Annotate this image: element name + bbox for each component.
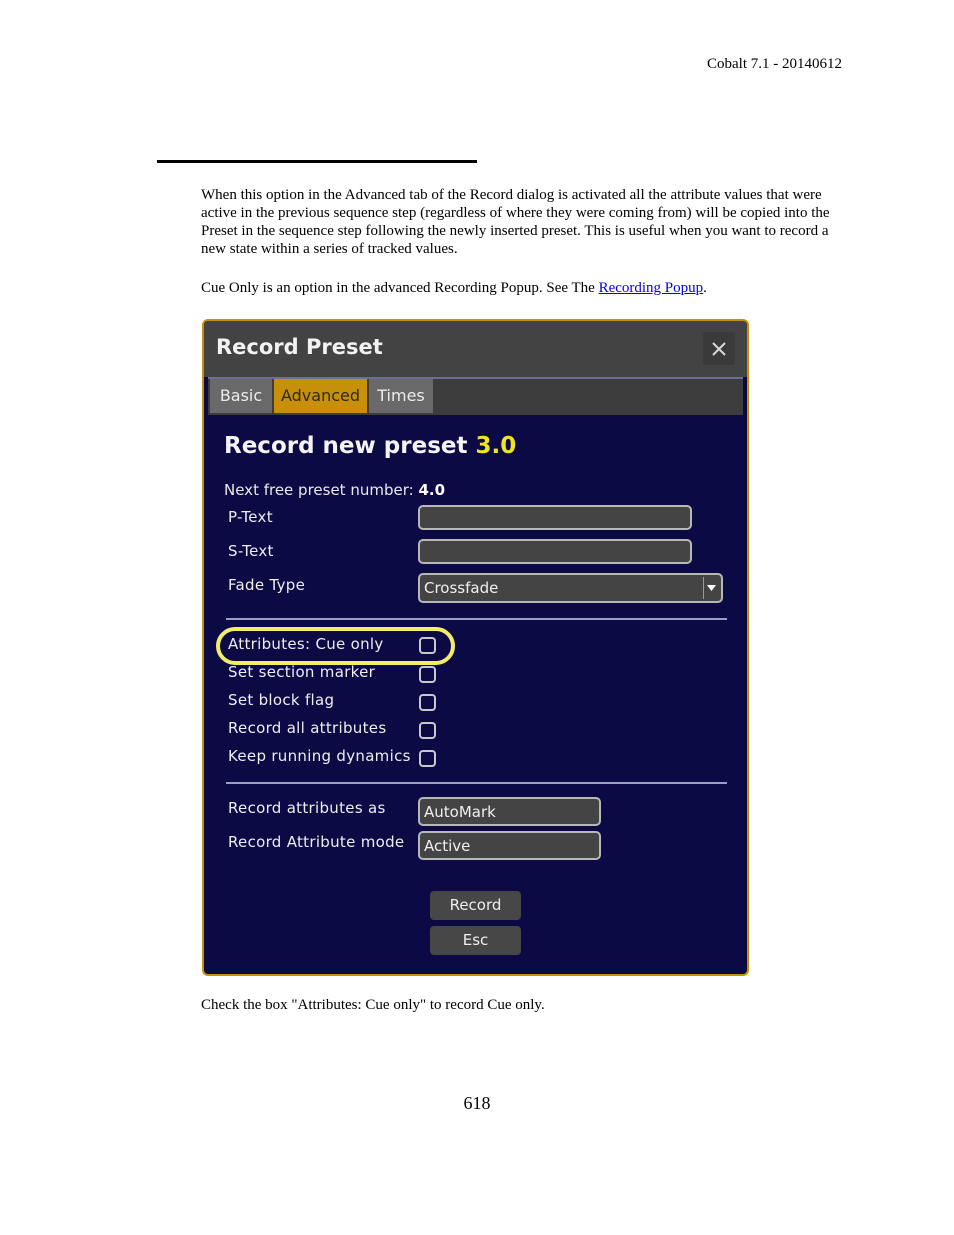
esc-button[interactable]: Esc [430,926,521,955]
block-flag-checkbox[interactable] [419,694,436,711]
record-preset-dialog-screenshot: Record Preset Basic Advanced Times Recor… [202,319,749,976]
p-text-input[interactable] [418,505,692,530]
next-free-preset: Next free preset number: 4.0 [224,481,445,499]
checkbox-label-cue-only: Attributes: Cue only [228,635,384,653]
tab-advanced[interactable]: Advanced [274,379,367,413]
tab-bar: Basic Advanced Times [208,377,743,415]
record-mode-select[interactable]: Active [418,831,601,860]
record-button[interactable]: Record [430,891,521,920]
fade-type-select[interactable]: Crossfade [418,573,723,603]
body-paragraph-cue-only: Cue Only is an option in the advanced Re… [201,279,841,297]
p-text-label: P-Text [228,508,273,526]
paragraph-text-end: . [703,280,707,296]
keep-running-dynamics-checkbox[interactable] [419,750,436,767]
preset-number: 3.0 [475,433,517,459]
section-rule [157,160,477,163]
fade-type-label: Fade Type [228,576,306,594]
tab-basic[interactable]: Basic [210,379,272,413]
checkbox-label-section-marker: Set section marker [228,663,376,681]
next-free-value: 4.0 [418,481,446,499]
record-all-attributes-checkbox[interactable] [419,722,436,739]
section-marker-checkbox[interactable] [419,666,436,683]
heading-text: Record new preset [224,433,476,459]
checkbox-label-block-flag: Set block flag [228,691,335,709]
dialog-heading: Record new preset 3.0 [224,433,516,459]
cue-only-checkbox[interactable] [419,637,436,654]
s-text-input[interactable] [418,539,692,564]
s-text-label: S-Text [228,542,274,560]
close-icon [712,341,726,356]
record-as-select[interactable]: AutoMark [418,797,601,826]
checkbox-label-keep-dynamics: Keep running dynamics [228,747,411,765]
record-mode-label: Record Attribute mode [228,833,405,851]
figure-caption: Check the box "Attributes: Cue only" to … [201,997,545,1013]
divider [226,618,727,620]
dialog-title: Record Preset [216,335,383,359]
tab-times[interactable]: Times [369,379,433,413]
record-as-label: Record attributes as [228,799,386,817]
paragraph-text: Cue Only is an option in the advanced Re… [201,280,599,296]
document-header: Cobalt 7.1 - 20140612 [707,56,842,72]
next-free-label: Next free preset number: [224,481,419,499]
recording-popup-link[interactable]: Recording Popup [599,280,704,296]
close-button[interactable] [703,332,735,365]
body-paragraph: When this option in the Advanced tab of … [201,187,830,257]
chevron-down-icon[interactable] [703,577,719,599]
divider [226,782,727,784]
page-number: 618 [463,1093,491,1113]
checkbox-label-record-all: Record all attributes [228,719,387,737]
fade-type-value: Crossfade [424,579,499,597]
dialog-titlebar: Record Preset [204,321,747,377]
